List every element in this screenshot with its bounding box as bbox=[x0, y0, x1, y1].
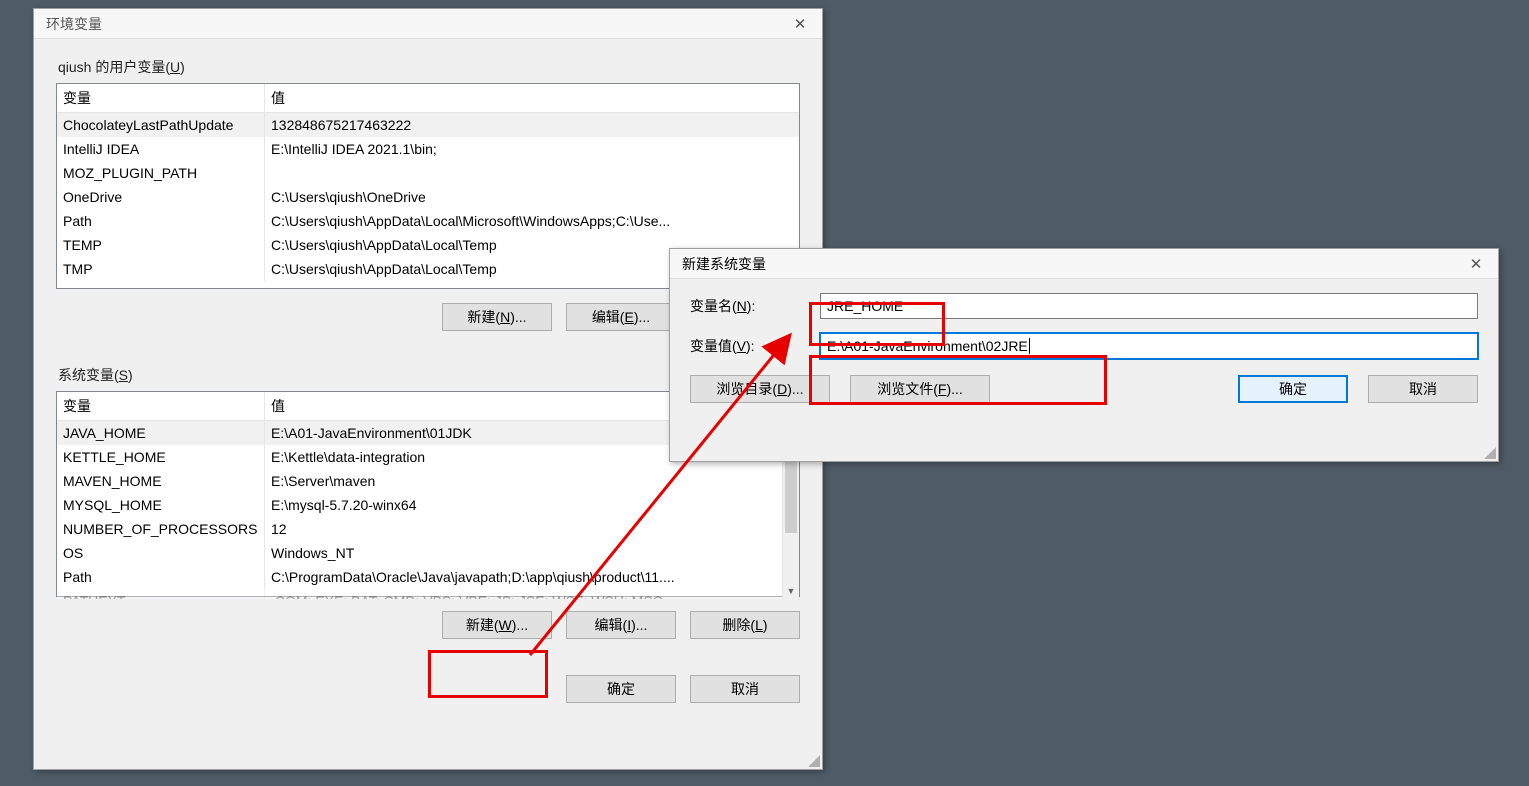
ok-button[interactable]: 确定 bbox=[566, 675, 676, 703]
var-value-label: 变量值(V): bbox=[690, 336, 800, 356]
var-name-label: 变量名(N): bbox=[690, 296, 800, 316]
col-value-header[interactable]: 值 bbox=[265, 84, 799, 112]
browse-file-button[interactable]: 浏览文件(F)... bbox=[850, 375, 990, 403]
edit-sys-var-button[interactable]: 编辑(I)... bbox=[566, 611, 676, 639]
table-row[interactable]: PATHEXT.COM;.EXE;.BAT;.CMD;.VBS;.VBE;.JS… bbox=[57, 589, 799, 599]
table-row[interactable]: ChocolateyLastPathUpdate1328486752174632… bbox=[57, 113, 799, 137]
titlebar: 新建系统变量 ✕ bbox=[670, 249, 1498, 279]
titlebar: 环境变量 ✕ bbox=[34, 9, 822, 39]
new-dialog-buttons: 浏览目录(D)... 浏览文件(F)... 确定 取消 bbox=[690, 375, 1478, 403]
delete-sys-var-button[interactable]: 删除(L) bbox=[690, 611, 800, 639]
new-sys-var-dialog: 新建系统变量 ✕ 变量名(N): JRE_HOME 变量值(V): E:\A01… bbox=[669, 248, 1499, 462]
user-vars-label: qiush 的用户变量(U) bbox=[58, 57, 822, 77]
table-row[interactable]: OneDriveC:\Users\qiush\OneDrive bbox=[57, 185, 799, 209]
scroll-down-icon[interactable]: ▼ bbox=[783, 582, 799, 599]
var-name-row: 变量名(N): JRE_HOME bbox=[690, 293, 1478, 319]
var-value-row: 变量值(V): E:\A01-JavaEnvironment\02JRE bbox=[690, 333, 1478, 359]
close-icon[interactable]: ✕ bbox=[1462, 254, 1490, 274]
resize-grip-icon[interactable] bbox=[806, 753, 820, 767]
edit-user-var-button[interactable]: 编辑(E)... bbox=[566, 303, 676, 331]
resize-grip-icon[interactable] bbox=[1482, 445, 1496, 459]
cancel-button[interactable]: 取消 bbox=[690, 675, 800, 703]
table-row[interactable]: MYSQL_HOMEE:\mysql-5.7.20-winx64 bbox=[57, 493, 799, 517]
new-user-var-button[interactable]: 新建(N)... bbox=[442, 303, 552, 331]
var-value-input[interactable]: E:\A01-JavaEnvironment\02JRE bbox=[820, 333, 1478, 359]
cancel-button[interactable]: 取消 bbox=[1368, 375, 1478, 403]
text-cursor-icon bbox=[1029, 338, 1030, 354]
col-name-header[interactable]: 变量 bbox=[57, 392, 265, 420]
var-name-input[interactable]: JRE_HOME bbox=[820, 293, 1478, 319]
table-header: 变量 值 bbox=[57, 84, 799, 113]
table-row[interactable]: IntelliJ IDEAE:\IntelliJ IDEA 2021.1\bin… bbox=[57, 137, 799, 161]
dialog-main-buttons: 确定 取消 bbox=[34, 675, 800, 703]
table-row[interactable]: MOZ_PLUGIN_PATH bbox=[57, 161, 799, 185]
new-sys-var-button[interactable]: 新建(W)... bbox=[442, 611, 552, 639]
col-name-header[interactable]: 变量 bbox=[57, 84, 265, 112]
browse-dir-button[interactable]: 浏览目录(D)... bbox=[690, 375, 830, 403]
ok-button[interactable]: 确定 bbox=[1238, 375, 1348, 403]
dialog-title: 新建系统变量 bbox=[682, 254, 766, 274]
table-row[interactable]: PathC:\ProgramData\Oracle\Java\javapath;… bbox=[57, 565, 799, 589]
table-row[interactable]: NUMBER_OF_PROCESSORS12 bbox=[57, 517, 799, 541]
table-row[interactable]: MAVEN_HOMEE:\Server\maven bbox=[57, 469, 799, 493]
close-icon[interactable]: ✕ bbox=[786, 14, 814, 34]
sys-vars-buttons: 新建(W)... 编辑(I)... 删除(L) bbox=[34, 611, 800, 639]
table-row[interactable]: OSWindows_NT bbox=[57, 541, 799, 565]
dialog-title: 环境变量 bbox=[46, 14, 102, 34]
table-row[interactable]: PathC:\Users\qiush\AppData\Local\Microso… bbox=[57, 209, 799, 233]
